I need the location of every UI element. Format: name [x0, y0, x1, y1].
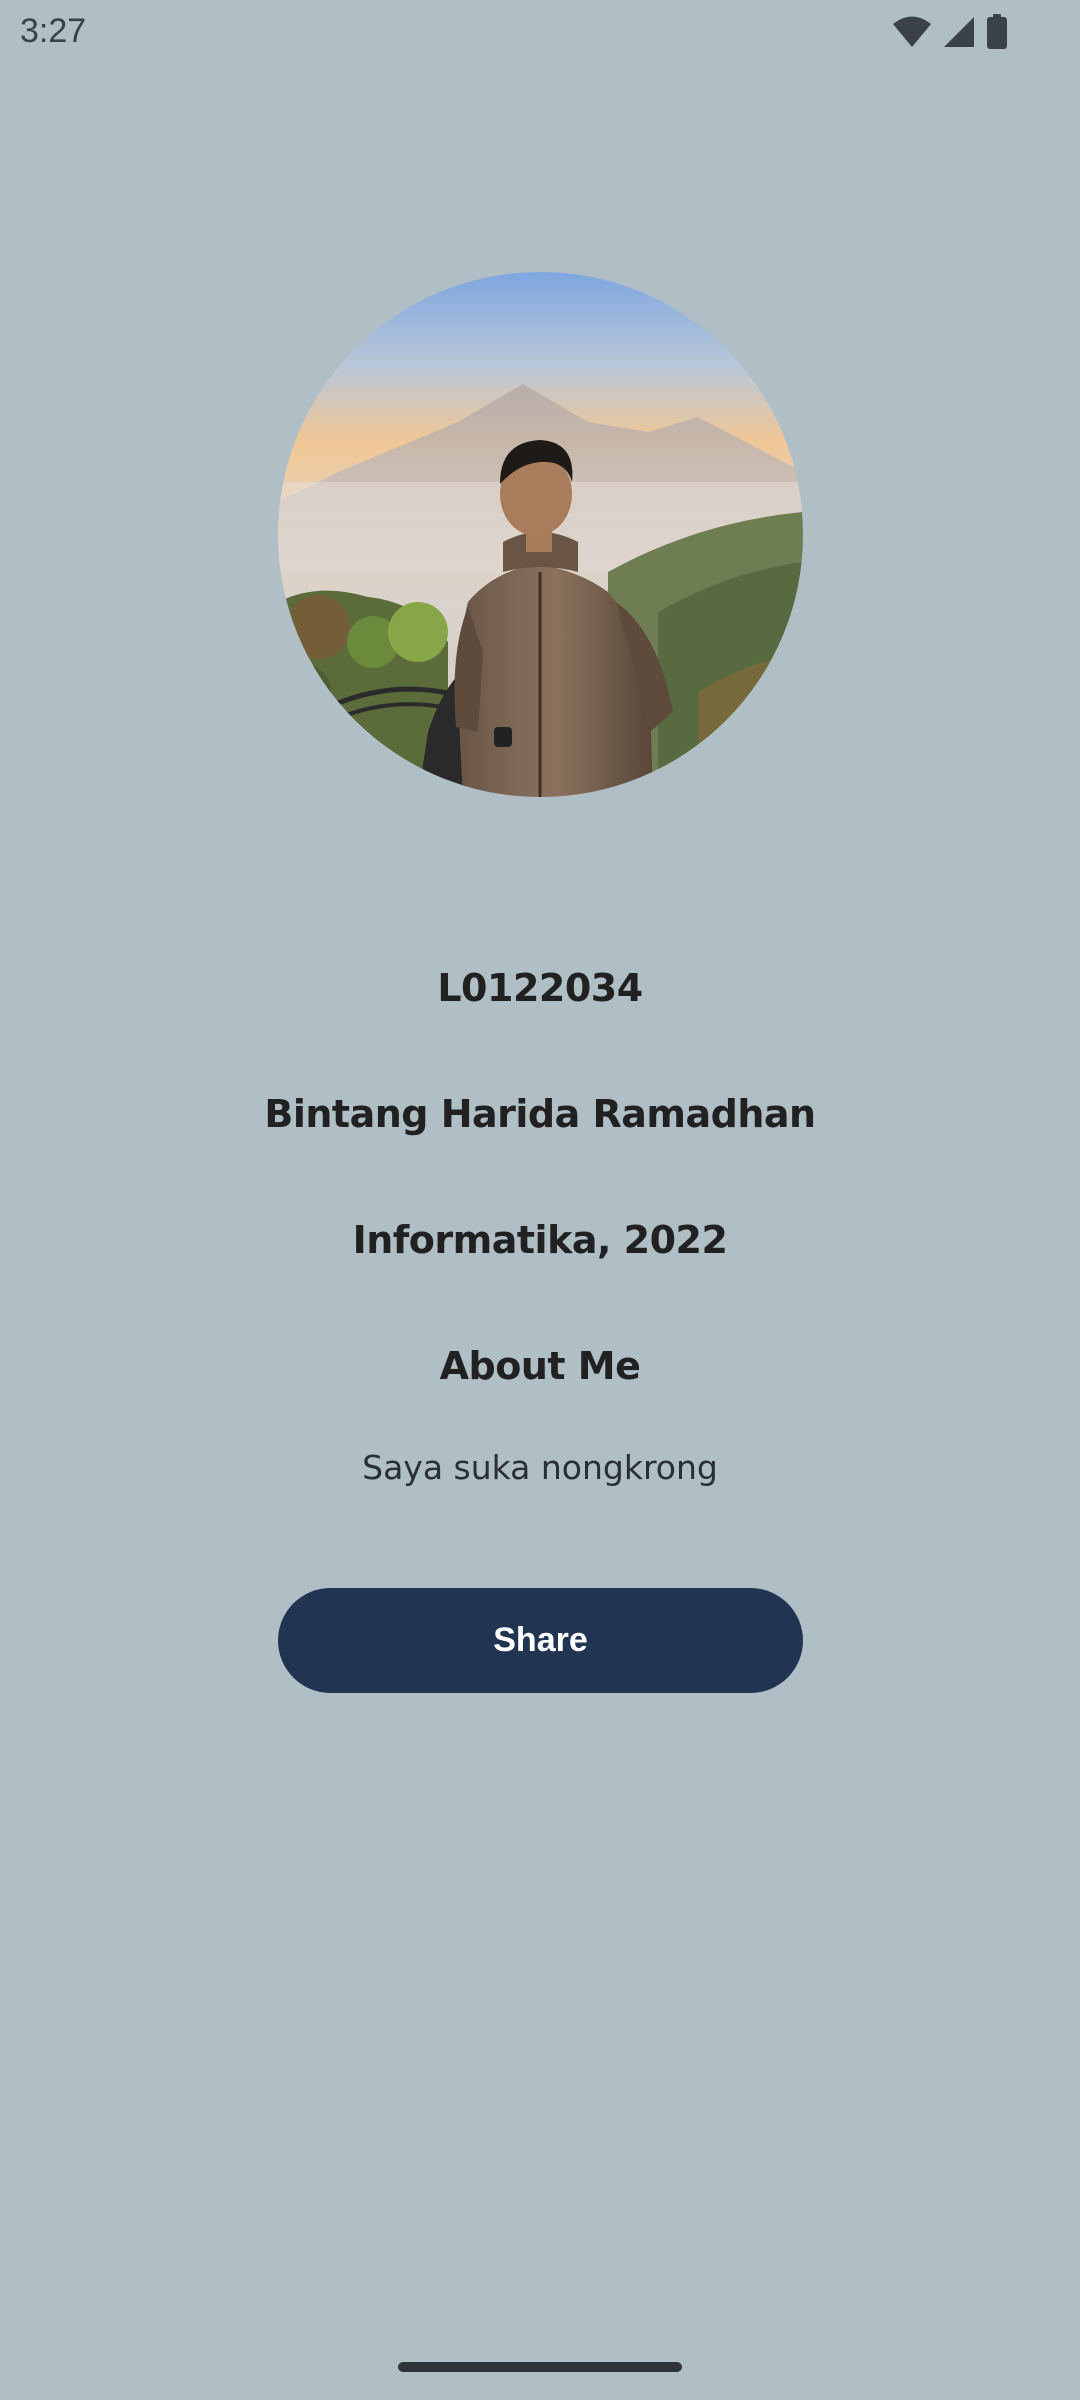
cellular-signal-icon [942, 15, 976, 54]
home-indicator[interactable] [398, 2362, 682, 2372]
status-bar: 3:27 [0, 0, 1080, 64]
share-button[interactable]: Share [278, 1588, 803, 1693]
profile-avatar [278, 272, 803, 797]
about-heading: About Me [439, 1344, 641, 1388]
status-icons [892, 14, 1008, 55]
student-id: L0122034 [437, 966, 643, 1010]
status-time: 3:27 [20, 12, 87, 50]
wifi-icon [892, 15, 932, 54]
student-major: Informatika, 2022 [352, 1218, 728, 1262]
student-name: Bintang Harida Ramadhan [264, 1092, 816, 1136]
battery-icon [986, 14, 1008, 55]
about-text: Saya suka nongkrong [362, 1448, 718, 1487]
